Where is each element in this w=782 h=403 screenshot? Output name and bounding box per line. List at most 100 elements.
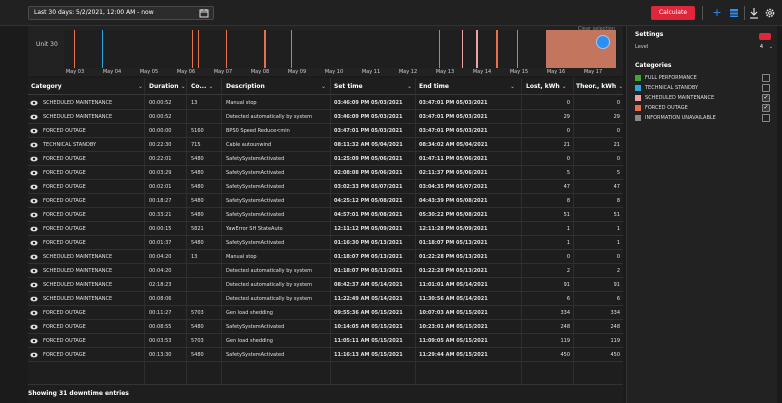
table-icon[interactable]	[728, 7, 740, 19]
timeline-event-bar[interactable]	[476, 30, 478, 68]
date-range-picker[interactable]: Last 30 days: 5/2/2021, 12:00 AM - now	[28, 6, 214, 20]
table-row[interactable]: SCHEDULED MAINTENANCE 00:00:52 Detected au…	[28, 110, 623, 124]
timeline-track[interactable]	[64, 30, 618, 68]
timeline-event-bar[interactable]	[198, 30, 199, 68]
cell-category: FORCED OUTAGE	[43, 338, 86, 344]
table-row[interactable]: FORCED OUTAGE 00:33:21 5480 SafetySystemAct…	[28, 208, 623, 222]
chevron-down-icon[interactable]: ⌄	[510, 78, 515, 95]
category-checkbox[interactable]: ✓	[762, 94, 770, 102]
chevron-down-icon[interactable]: ⌄	[562, 83, 567, 90]
eye-icon[interactable]	[30, 323, 38, 331]
cell-category: FORCED OUTAGE	[43, 128, 86, 134]
timeline-event-bar[interactable]	[102, 30, 103, 68]
category-checkbox[interactable]	[762, 74, 770, 82]
table-row[interactable]: FORCED OUTAGE 00:13:30 5480 SafetySystemAct…	[28, 348, 623, 362]
eye-icon[interactable]	[30, 225, 38, 233]
vertical-scrollbar[interactable]	[777, 26, 782, 403]
timeline-event-bar[interactable]	[264, 30, 266, 68]
eye-icon[interactable]	[30, 113, 38, 121]
timeline-event-bar[interactable]	[192, 30, 193, 68]
eye-icon[interactable]	[30, 183, 38, 191]
eye-icon[interactable]	[30, 239, 38, 247]
gear-icon[interactable]	[764, 7, 776, 19]
timeline-event-bar[interactable]	[226, 30, 227, 68]
eye-icon[interactable]	[30, 337, 38, 345]
timeline-tick: May 10	[324, 69, 344, 75]
cell-duration: 00:13:30	[149, 352, 172, 358]
cell-code: 5480	[191, 240, 204, 246]
column-header-duration[interactable]: Duration ⌄	[146, 78, 186, 95]
category-item[interactable]: FULL PERFORMANCE	[635, 74, 775, 83]
settings-toggle[interactable]	[759, 33, 771, 40]
category-item[interactable]: TECHNICAL STANDBY	[635, 84, 775, 93]
table-row[interactable]: FORCED OUTAGE 00:00:00 5160 BPS0 Speed Redu…	[28, 124, 623, 138]
eye-icon[interactable]	[30, 141, 38, 149]
table-row[interactable]: FORCED OUTAGE 00:02:01 5480 SafetySystemAct…	[28, 180, 623, 194]
eye-icon[interactable]	[30, 281, 38, 289]
chevron-down-icon[interactable]: ⌄	[618, 83, 623, 90]
eye-icon[interactable]	[30, 211, 38, 219]
category-checkbox[interactable]: ✓	[762, 104, 770, 112]
cell-lost: 91	[563, 282, 570, 288]
eye-icon[interactable]	[30, 267, 38, 275]
table-row[interactable]: FORCED OUTAGE 00:22:01 5480 SafetySystemAct…	[28, 152, 623, 166]
eye-icon[interactable]	[30, 169, 38, 177]
column-header-category[interactable]: Category ⌄	[28, 78, 143, 95]
chevron-down-icon[interactable]: ⌄	[769, 44, 773, 50]
table-row[interactable]: FORCED OUTAGE 00:18:27 5480 SafetySystemAct…	[28, 194, 623, 208]
timeline-event-bar[interactable]	[439, 30, 440, 68]
cell-category: FORCED OUTAGE	[43, 212, 86, 218]
eye-icon[interactable]	[30, 253, 38, 261]
level-select[interactable]: Level 4 ⌄	[635, 44, 775, 54]
timeline-event-bar[interactable]	[496, 30, 498, 68]
table-row[interactable]: FORCED OUTAGE 00:03:29 5480 SafetySystemAct…	[28, 166, 623, 180]
table-row[interactable]: SCHEDULED MAINTENANCE 02:18:23 Detected au…	[28, 278, 623, 292]
column-header-code[interactable]: Co... ⌄	[188, 78, 220, 95]
table-row[interactable]: SCHEDULED MAINTENANCE 00:00:52 13 Manual st…	[28, 96, 623, 110]
table-row[interactable]: FORCED OUTAGE 00:08:55 5480 SafetySystemAct…	[28, 320, 623, 334]
cell-duration: 00:00:00	[149, 128, 172, 134]
category-item[interactable]: INFORMATION UNAVAILABLE	[635, 114, 775, 123]
column-header-label: Co...	[191, 83, 207, 90]
column-header-description[interactable]: Description ⌄	[223, 78, 331, 95]
table-row[interactable]: TECHNICAL STANDBY 00:22:30 715 Cable autoun…	[28, 138, 623, 152]
table-row[interactable]: FORCED OUTAGE 00:03:53 5703 Gen load sheddi…	[28, 334, 623, 348]
calculate-button[interactable]: Calculate	[651, 6, 695, 20]
table-row[interactable]: SCHEDULED MAINTENANCE 00:08:06 Detected au…	[28, 292, 623, 306]
column-header-lost[interactable]: Lost, kWh ⌄	[523, 78, 573, 95]
chevron-down-icon[interactable]: ⌄	[321, 78, 326, 95]
chevron-down-icon[interactable]: ⌄	[407, 78, 412, 95]
table-row[interactable]: FORCED OUTAGE 00:11:27 5703 Gen load sheddi…	[28, 306, 623, 320]
eye-icon[interactable]	[30, 155, 38, 163]
timeline-event-bar[interactable]	[462, 30, 463, 68]
column-header-end-time[interactable]: End time ⌄	[416, 78, 521, 95]
cell-theor: 0	[616, 128, 620, 134]
eye-icon[interactable]	[30, 127, 38, 135]
category-item[interactable]: FORCED OUTAGE ✓	[635, 104, 775, 113]
table-row[interactable]: SCHEDULED MAINTENANCE 00:04:20 Detected au…	[28, 264, 623, 278]
calendar-icon[interactable]	[199, 8, 209, 18]
table-row[interactable]: FORCED OUTAGE 00:01:37 5480 SafetySystemAct…	[28, 236, 623, 250]
eye-icon[interactable]	[30, 99, 38, 107]
timeline-event-bar[interactable]	[517, 30, 518, 68]
download-icon[interactable]	[748, 7, 760, 19]
column-header-theoretical[interactable]: Theor., kWh ⌄	[573, 78, 623, 95]
chevron-down-icon[interactable]: ⌄	[181, 83, 186, 90]
table-row[interactable]: SCHEDULED MAINTENANCE 00:04:20 13 Manual st…	[28, 250, 623, 264]
plus-icon[interactable]: +	[711, 7, 723, 19]
chevron-down-icon[interactable]: ⌄	[138, 78, 143, 95]
timeline-event-bar[interactable]	[74, 30, 75, 68]
timeline-selection-handle[interactable]	[596, 35, 610, 49]
category-checkbox[interactable]	[762, 84, 770, 92]
eye-icon[interactable]	[30, 197, 38, 205]
category-checkbox[interactable]	[762, 114, 770, 122]
eye-icon[interactable]	[30, 309, 38, 317]
eye-icon[interactable]	[30, 351, 38, 359]
downtime-timeline[interactable]: Unit 30 Clear selection May 03 May 04 Ma…	[28, 26, 623, 76]
category-item[interactable]: SCHEDULED MAINTENANCE ✓	[635, 94, 775, 103]
column-header-set-time[interactable]: Set time ⌄	[331, 78, 416, 95]
eye-icon[interactable]	[30, 295, 38, 303]
chevron-down-icon[interactable]: ⌄	[208, 83, 213, 90]
timeline-event-bar[interactable]	[291, 30, 292, 68]
table-row[interactable]: FORCED OUTAGE 00:00:15 5821 YawError SH Sta…	[28, 222, 623, 236]
